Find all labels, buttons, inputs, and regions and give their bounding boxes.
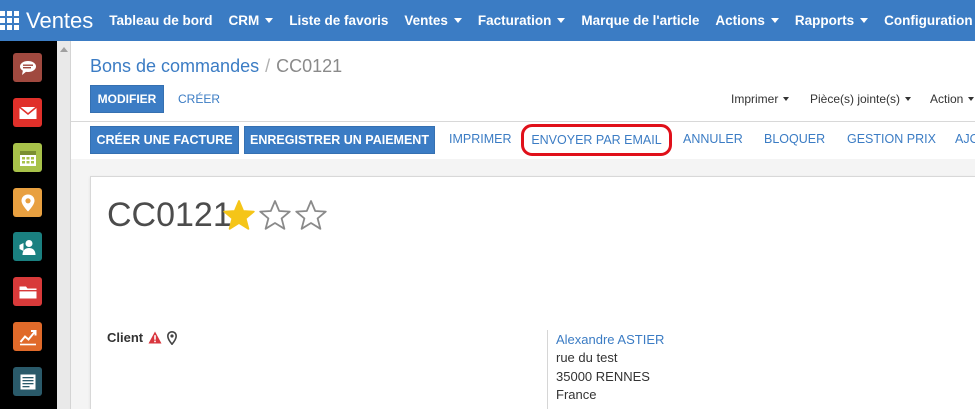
main-menu: Tableau de bord CRM Liste de favoris Ventes… <box>101 13 975 28</box>
divider <box>71 121 975 122</box>
menu-item-label: Ventes <box>404 13 448 28</box>
star-filled-icon[interactable] <box>222 199 258 236</box>
menu-item-3[interactable]: Ventes <box>396 13 470 28</box>
attachments-dropdown-label: Pièce(s) jointe(s) <box>810 92 901 106</box>
menu-item-1[interactable]: CRM <box>221 13 282 28</box>
top-navbar: Ventes Tableau de bord CRM Liste de favori… <box>0 0 975 41</box>
register-payment-button[interactable]: ENREGISTRER UN PAIEMENT <box>244 126 435 154</box>
menu-item-2[interactable]: Liste de favoris <box>281 13 396 28</box>
client-city: 35000 RENNES <box>556 369 650 384</box>
menu-item-label: Facturation <box>477 13 552 28</box>
menu-item-label: Marque de l'article <box>581 13 700 28</box>
star-empty-icon[interactable] <box>258 199 294 236</box>
menu-item-6[interactable]: Actions <box>707 13 787 28</box>
breadcrumb-current: CC0121 <box>276 56 343 76</box>
menu-item-label: Tableau de bord <box>109 13 213 28</box>
action-dropdown-label: Action <box>930 92 964 106</box>
record-title: CC0121 <box>107 196 232 234</box>
caret-down-icon <box>905 97 912 101</box>
caret-down-icon <box>860 18 869 23</box>
create-button[interactable]: CRÉER <box>178 92 220 106</box>
map-pin-icon[interactable] <box>13 188 42 217</box>
caret-down-icon <box>557 18 566 23</box>
print-dropdown[interactable]: Imprimer <box>731 92 790 106</box>
apps-grid-icon[interactable] <box>0 0 19 41</box>
contacts-icon[interactable] <box>13 232 42 261</box>
menu-item-label: Rapports <box>794 13 855 28</box>
menu-item-4[interactable]: Facturation <box>470 13 574 28</box>
priority-stars[interactable] <box>222 199 330 236</box>
print-dropdown-label: Imprimer <box>731 92 779 106</box>
menu-item-5[interactable]: Marque de l'article <box>573 13 707 28</box>
caret-down-icon <box>783 97 790 101</box>
price-management-button[interactable]: GESTION PRIX <box>847 132 936 146</box>
send-email-highlight[interactable]: ENVOYER PAR EMAIL <box>521 124 672 156</box>
star-empty-icon[interactable] <box>294 199 330 236</box>
caret-down-icon <box>770 18 779 23</box>
map-marker-icon[interactable] <box>167 330 178 345</box>
app-title[interactable]: Ventes <box>26 8 93 34</box>
cancel-button[interactable]: ANNULER <box>683 132 743 146</box>
caret-down-icon <box>453 18 462 23</box>
sidebar-scrollbar[interactable] <box>57 41 71 409</box>
chat-icon[interactable] <box>13 53 42 82</box>
create-invoice-button[interactable]: CRÉER UNE FACTURE <box>90 126 239 154</box>
menu-item-7[interactable]: Rapports <box>787 13 876 28</box>
edit-button[interactable]: MODIFIER <box>90 85 164 113</box>
folder-icon[interactable] <box>13 277 42 306</box>
menu-item-label: Configuration <box>884 13 973 28</box>
mail-icon[interactable] <box>13 98 42 127</box>
menu-item-0[interactable]: Tableau de bord <box>101 13 220 28</box>
block-button[interactable]: BLOQUER <box>764 132 825 146</box>
attachments-dropdown[interactable]: Pièce(s) jointe(s) <box>810 92 912 106</box>
breadcrumb-separator: / <box>265 56 271 76</box>
scroll-up-icon[interactable] <box>60 47 68 52</box>
client-street: rue du test <box>556 350 618 365</box>
client-label-text: Client <box>107 330 144 345</box>
print-button[interactable]: IMPRIMER <box>449 132 512 146</box>
chart-icon[interactable] <box>13 322 42 351</box>
app-sidebar <box>0 41 57 409</box>
breadcrumb-parent[interactable]: Bons de commandes <box>90 56 259 76</box>
action-dropdown[interactable]: Action <box>930 92 975 106</box>
client-name-link[interactable]: Alexandre ASTIER <box>556 332 664 347</box>
warning-icon[interactable] <box>148 331 162 344</box>
caret-down-icon <box>968 97 975 101</box>
caret-down-icon <box>265 18 274 23</box>
calendar-icon[interactable] <box>13 143 42 172</box>
client-country: France <box>556 387 597 402</box>
client-field-label: Client <box>107 330 178 345</box>
send-email-button[interactable]: ENVOYER PAR EMAIL <box>531 133 661 147</box>
menu-item-label: CRM <box>228 13 260 28</box>
menu-item-label: Actions <box>715 13 765 28</box>
menu-item-label: Liste de favoris <box>289 13 389 28</box>
breadcrumb: Bons de commandes / CC0121 <box>90 56 342 77</box>
menu-item-8[interactable]: Configuration <box>876 13 975 28</box>
field-separator <box>547 330 548 409</box>
report-icon[interactable] <box>13 367 42 396</box>
add-button-truncated[interactable]: AJO <box>955 132 975 146</box>
